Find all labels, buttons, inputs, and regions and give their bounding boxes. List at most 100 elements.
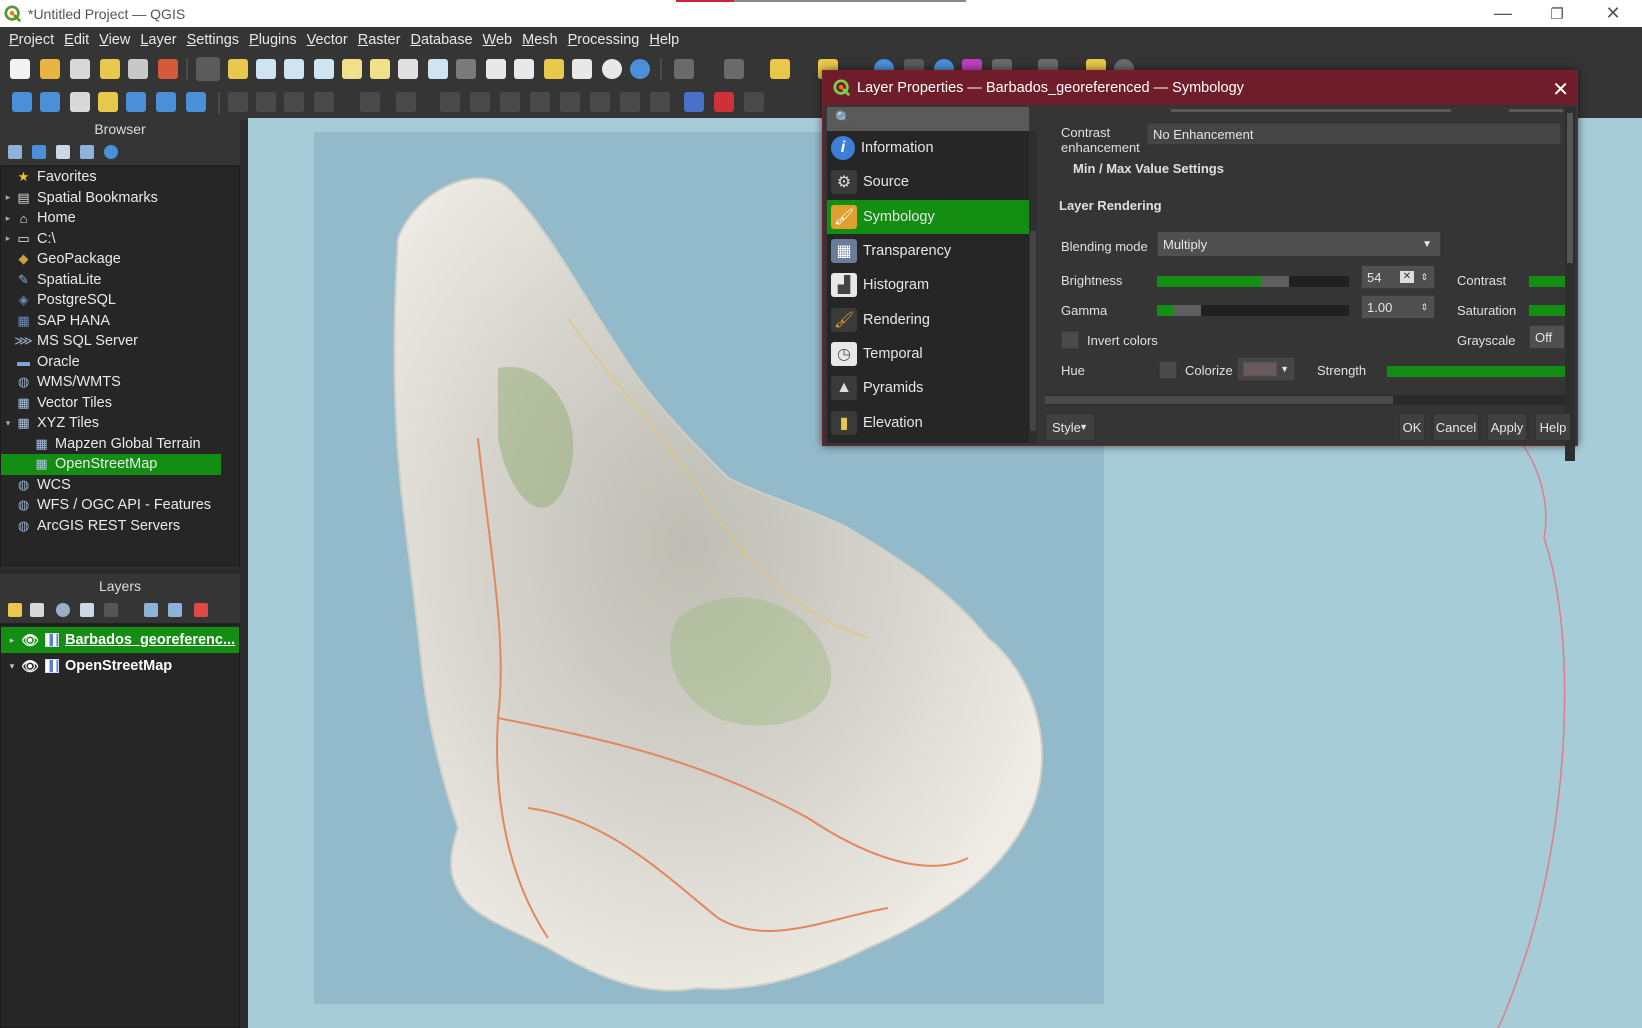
redo-icon[interactable] <box>590 92 610 112</box>
select-features-icon[interactable] <box>770 59 790 79</box>
gamma-slider[interactable] <box>1157 305 1349 316</box>
browser-item-c[interactable]: ▸ ▭ C:\ <box>1 229 239 250</box>
menu-vector[interactable]: Vector <box>302 32 353 48</box>
highlight-pinned-labels-icon[interactable] <box>744 92 764 112</box>
browser-item-geopackage[interactable]: ◆ GeoPackage <box>1 249 239 270</box>
browser-item-spatialite[interactable]: ✎ SpatiaLite <box>1 270 239 291</box>
contrast-enhancement-select[interactable]: No Enhancement <box>1147 123 1561 145</box>
browser-filter-icon[interactable] <box>56 145 70 159</box>
new-print-layout-icon[interactable] <box>100 59 120 79</box>
new-3d-view-icon[interactable] <box>514 59 534 79</box>
zoom-layer-icon[interactable] <box>370 59 390 79</box>
sidebar-item-histogram[interactable]: ▟ Histogram <box>827 268 1029 302</box>
minimize-button[interactable]: — <box>1476 0 1530 27</box>
paste-features-icon[interactable] <box>530 92 550 112</box>
new-bookmark-icon[interactable] <box>544 59 564 79</box>
menu-layer[interactable]: Layer <box>135 32 181 48</box>
modify-attributes-icon[interactable] <box>396 92 416 112</box>
browser-item-home[interactable]: ▸ ⌂ Home <box>1 208 239 229</box>
strength-slider[interactable] <box>1387 366 1565 377</box>
restore-button[interactable]: ❐ <box>1530 0 1584 27</box>
open-layer-styling-icon[interactable] <box>8 603 22 617</box>
vertex-tool-icon[interactable] <box>360 92 380 112</box>
new-temporary-layer-icon[interactable] <box>70 92 90 112</box>
toggle-editing-icon[interactable] <box>256 92 276 112</box>
expand-arrow-icon[interactable]: ▸ <box>5 635 19 646</box>
filter-legend-icon[interactable] <box>80 603 94 617</box>
menu-database[interactable]: Database <box>405 32 477 48</box>
dialog-close-button[interactable]: ✕ <box>1552 77 1569 102</box>
manage-visibility-icon[interactable] <box>56 603 70 617</box>
spin-arrows-icon[interactable]: ⇕ <box>1420 272 1428 283</box>
browser-item-wcs[interactable]: ◍ WCS <box>1 475 239 496</box>
identify-features-icon[interactable] <box>674 59 694 79</box>
sidebar-scrollbar[interactable] <box>1029 131 1037 443</box>
style-menu-button[interactable]: Style ▼ <box>1045 413 1095 441</box>
sidebar-item-source[interactable]: ⚙ Source <box>827 165 1029 199</box>
contrast-slider[interactable] <box>1529 276 1565 287</box>
expand-arrow-icon[interactable]: ▾ <box>1 418 15 429</box>
brightness-slider[interactable] <box>1157 276 1349 287</box>
invert-colors-checkbox[interactable] <box>1061 331 1079 349</box>
pan-to-selection-icon[interactable] <box>228 59 248 79</box>
visibility-eye-icon[interactable]: 👁 <box>19 632 41 649</box>
zoom-last-icon[interactable] <box>428 59 448 79</box>
browser-item-openstreetmap[interactable]: ▦ OpenStreetMap <box>1 454 221 475</box>
menu-web[interactable]: Web <box>478 32 518 48</box>
data-source-manager-icon[interactable] <box>12 92 32 112</box>
expand-arrow-icon[interactable]: ▸ <box>1 233 15 244</box>
sidebar-item-pyramids[interactable]: ▲ Pyramids <box>827 371 1029 405</box>
browser-item-ms-sql-server[interactable]: ⋙ MS SQL Server <box>1 331 239 352</box>
close-window-button[interactable]: ✕ <box>1586 0 1640 27</box>
ok-button[interactable]: OK <box>1399 413 1425 441</box>
layer-row-barbados[interactable]: ▸ 👁 Barbados_georeferenc... <box>1 627 239 653</box>
brightness-spinbox[interactable]: 54 ✕ ⇕ <box>1361 265 1435 289</box>
saturation-slider[interactable] <box>1529 305 1565 316</box>
colorize-checkbox[interactable] <box>1159 361 1177 379</box>
expand-arrow-icon[interactable]: ▸ <box>1 192 15 203</box>
zoom-next-icon[interactable] <box>456 59 476 79</box>
menu-processing[interactable]: Processing <box>563 32 645 48</box>
filter-by-expression-icon[interactable] <box>104 603 118 617</box>
zoom-out-icon[interactable] <box>284 59 304 79</box>
sidebar-item-transparency[interactable]: ▦ Transparency <box>827 234 1029 268</box>
menu-project[interactable]: Project <box>4 32 59 48</box>
collapse-all-layers-icon[interactable] <box>168 603 182 617</box>
current-edits-icon[interactable] <box>228 92 248 112</box>
menu-settings[interactable]: Settings <box>182 32 244 48</box>
digitize-pencil-icon[interactable] <box>98 92 118 112</box>
expand-arrow-icon[interactable]: ▸ <box>1 213 15 224</box>
layer-labeling-icon[interactable] <box>684 92 704 112</box>
menu-edit[interactable]: Edit <box>59 32 94 48</box>
cut-features-icon[interactable] <box>470 92 490 112</box>
refresh-icon[interactable] <box>630 59 650 79</box>
new-project-icon[interactable] <box>10 59 30 79</box>
help-button[interactable]: Help <box>1535 413 1571 441</box>
copy-features-icon[interactable] <box>500 92 520 112</box>
menu-mesh[interactable]: Mesh <box>517 32 562 48</box>
save-project-icon[interactable] <box>70 59 90 79</box>
sidebar-item-elevation[interactable]: ▮ Elevation <box>827 405 1029 439</box>
spin-arrows-icon[interactable]: ⇕ <box>1420 302 1428 313</box>
open-attribute-table-icon[interactable] <box>724 59 744 79</box>
open-project-icon[interactable] <box>40 59 60 79</box>
sidebar-search-input[interactable]: 🔍 <box>827 107 1029 131</box>
add-raster-layer-icon[interactable] <box>126 92 146 112</box>
browser-item-wfs-ogc-api-features[interactable]: ◍ WFS / OGC API - Features <box>1 495 239 516</box>
browser-item-spatial-bookmarks[interactable]: ▸ ▤ Spatial Bookmarks <box>1 188 239 209</box>
expand-all-icon[interactable] <box>144 603 158 617</box>
menu-raster[interactable]: Raster <box>353 32 406 48</box>
visibility-eye-icon[interactable]: 👁 <box>19 658 41 675</box>
zoom-in-icon[interactable] <box>256 59 276 79</box>
sidebar-item-symbology[interactable]: 🖌 Symbology <box>827 199 1029 234</box>
zoom-selection-icon[interactable] <box>342 59 362 79</box>
style-manager-icon[interactable] <box>158 59 178 79</box>
expand-arrow-icon[interactable]: ▾ <box>5 661 19 672</box>
undo-icon[interactable] <box>560 92 580 112</box>
content-vertical-scrollbar[interactable] <box>1565 107 1575 461</box>
add-vector-layer-icon[interactable] <box>40 92 60 112</box>
colorize-color-button[interactable]: ▼ <box>1237 357 1295 381</box>
properties-info-icon[interactable] <box>104 145 118 159</box>
sidebar-item-rendering[interactable]: 🖌 Rendering <box>827 302 1029 336</box>
browser-item-xyz-tiles[interactable]: ▾ ▦ XYZ Tiles <box>1 413 239 434</box>
